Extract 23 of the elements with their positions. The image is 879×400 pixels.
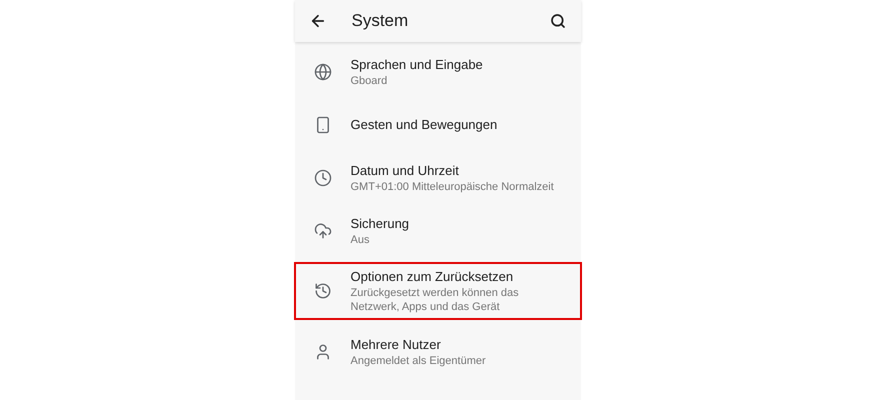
settings-item[interactable]: Sicherung Aus (294, 204, 582, 257)
settings-item[interactable]: Optionen zum Zurücksetzen Zurückgesetzt werden können das Netzwerk, Apps und das Gerät (294, 262, 582, 320)
item-subtitle: Aus (350, 232, 370, 246)
item-title: Sprachen und Eingabe (350, 56, 483, 72)
settings-item[interactable]: Gesten und Bewegungen (294, 98, 582, 151)
item-subtitle: Zurückgesetzt werden können das Netzwerk, Apps und das Gerät (350, 286, 520, 314)
item-subtitle: GMT+01:00 Mitteleuropäische Normalzeit (350, 180, 554, 194)
settings-item[interactable]: Sprachen und Eingabe Gboard (294, 45, 582, 98)
item-subtitle: Gboard (350, 74, 388, 88)
history-icon (314, 282, 332, 300)
settings-item[interactable]: Datum und Uhrzeit GMT+01:00 Mitteleuropäische Normalzeit (294, 151, 582, 204)
window-title: System (352, 10, 410, 32)
item-title: Datum und Uhrzeit (350, 162, 460, 178)
item-title: Gesten und Bewegungen (350, 116, 498, 133)
item-title: Optionen zum Zurücksetzen (350, 268, 514, 285)
search-icon[interactable] (550, 13, 566, 29)
item-title: Sicherung (350, 214, 410, 232)
clock-icon (314, 168, 332, 186)
globe-icon (314, 62, 332, 80)
item-title: Mehrere Nutzer (350, 336, 442, 352)
cloud-upload-icon (314, 222, 332, 240)
item-subtitle: Angemeldet als Eigentümer (350, 354, 486, 368)
settings-item[interactable]: Mehrere Nutzer Angemeldet als Eigentümer (294, 325, 582, 378)
